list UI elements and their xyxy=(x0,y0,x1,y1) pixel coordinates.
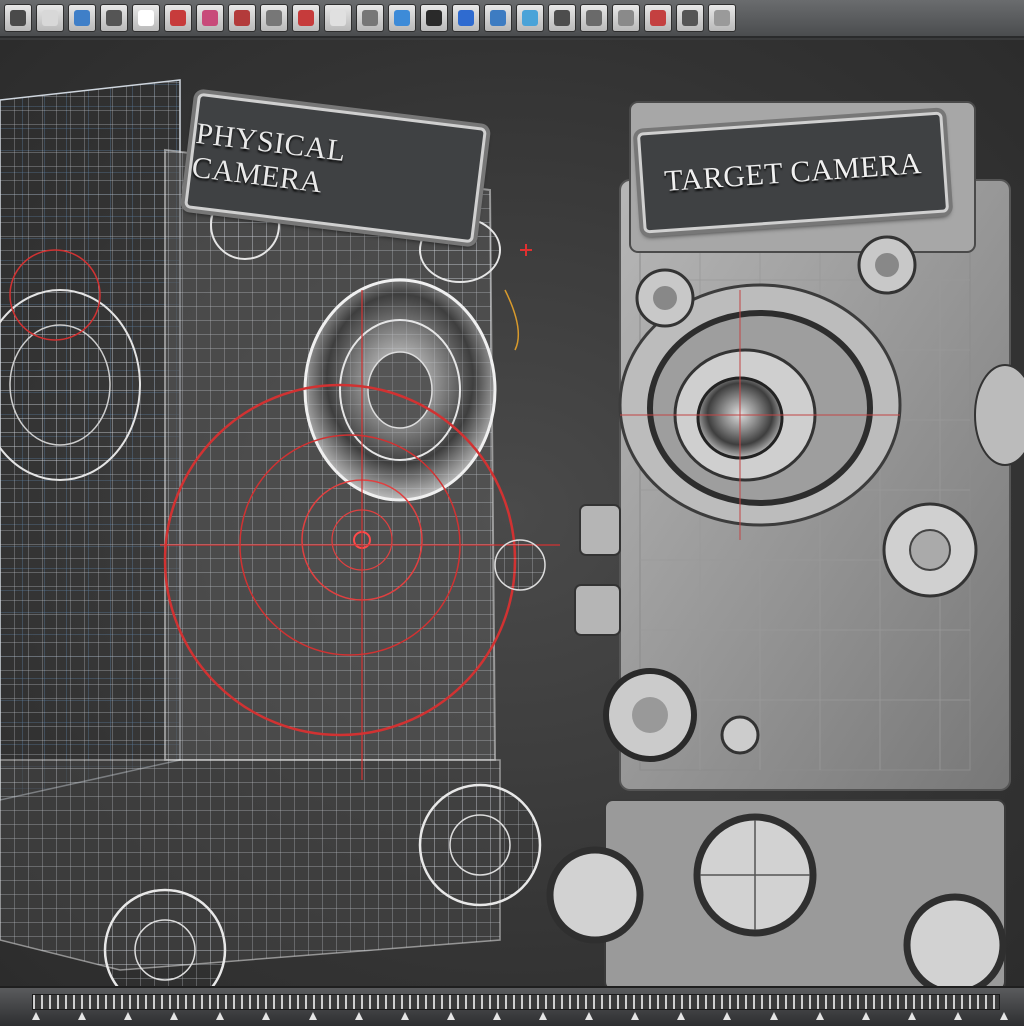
more-button[interactable] xyxy=(708,4,736,32)
keyframe-marker[interactable] xyxy=(124,1012,133,1020)
settings-icon xyxy=(682,10,698,26)
render-icon xyxy=(234,10,250,26)
more-icon xyxy=(714,10,730,26)
camera-button[interactable] xyxy=(356,4,384,32)
keyframe-marker[interactable] xyxy=(446,1012,455,1020)
keyframe-marker[interactable] xyxy=(861,1012,870,1020)
viewport-icon xyxy=(266,10,282,26)
globe-button[interactable] xyxy=(484,4,512,32)
gallery-button[interactable] xyxy=(388,4,416,32)
select-icon xyxy=(106,10,122,26)
settings-button[interactable] xyxy=(676,4,704,32)
light-button[interactable] xyxy=(644,4,672,32)
select-tool-button[interactable] xyxy=(100,4,128,32)
keyframe-marker[interactable] xyxy=(723,1012,732,1020)
shape-icon xyxy=(330,10,346,26)
scene-icon xyxy=(554,10,570,26)
globe-icon xyxy=(490,10,506,26)
keyframe-marker[interactable] xyxy=(32,1012,40,1020)
keyframe-marker[interactable] xyxy=(539,1012,548,1020)
transform-button[interactable] xyxy=(132,4,160,32)
paint-button[interactable] xyxy=(196,4,224,32)
play-icon xyxy=(458,10,474,26)
3d-viewport[interactable]: PHYSICAL CAMERA TARGET CAMERA xyxy=(0,40,1024,986)
image-icon xyxy=(522,10,538,26)
import-button[interactable] xyxy=(68,4,96,32)
gallery-icon xyxy=(394,10,410,26)
target-camera-label: TARGET CAMERA xyxy=(636,111,950,234)
import-icon xyxy=(74,10,90,26)
menu-button[interactable] xyxy=(4,4,32,32)
timeline-bar[interactable] xyxy=(0,986,1024,1026)
keyframe-marker[interactable] xyxy=(677,1012,686,1020)
palette-icon xyxy=(586,10,602,26)
image-button[interactable] xyxy=(516,4,544,32)
keyframe-marker[interactable] xyxy=(216,1012,225,1020)
keyframe-marker[interactable] xyxy=(953,1012,962,1020)
keyframe-marker[interactable] xyxy=(170,1012,179,1020)
keyframe-marker[interactable] xyxy=(631,1012,640,1020)
timeline-keyframes xyxy=(32,1012,1008,1024)
material-button[interactable] xyxy=(292,4,320,32)
paint-icon xyxy=(202,10,218,26)
layer-button[interactable] xyxy=(420,4,448,32)
keyframe-marker[interactable] xyxy=(815,1012,824,1020)
layer-icon xyxy=(426,10,442,26)
scene-button[interactable] xyxy=(548,4,576,32)
main-toolbar xyxy=(0,0,1024,38)
keyframe-marker[interactable] xyxy=(354,1012,363,1020)
keyframe-marker[interactable] xyxy=(907,1012,916,1020)
keyframe-marker[interactable] xyxy=(769,1012,778,1020)
keyframe-marker[interactable] xyxy=(585,1012,594,1020)
menu-icon xyxy=(10,10,26,26)
target-camera-model[interactable] xyxy=(546,101,1024,986)
document-icon xyxy=(42,10,58,26)
keyframe-marker[interactable] xyxy=(1000,1012,1008,1020)
keyframe-marker[interactable] xyxy=(400,1012,409,1020)
light-icon xyxy=(650,10,666,26)
snap-icon xyxy=(618,10,634,26)
brush-icon xyxy=(170,10,186,26)
file-button[interactable] xyxy=(36,4,64,32)
transform-icon xyxy=(138,10,154,26)
viewport-tools-button[interactable] xyxy=(260,4,288,32)
render-tools-button[interactable] xyxy=(228,4,256,32)
camera-icon xyxy=(362,10,378,26)
palette-button[interactable] xyxy=(580,4,608,32)
keyframe-marker[interactable] xyxy=(262,1012,271,1020)
keyframe-marker[interactable] xyxy=(308,1012,317,1020)
keyframe-marker[interactable] xyxy=(492,1012,501,1020)
play-button[interactable] xyxy=(452,4,480,32)
material-icon xyxy=(298,10,314,26)
shape-button[interactable] xyxy=(324,4,352,32)
keyframe-marker[interactable] xyxy=(78,1012,87,1020)
timeline-track[interactable] xyxy=(32,994,1000,1010)
brush-button[interactable] xyxy=(164,4,192,32)
snap-button[interactable] xyxy=(612,4,640,32)
